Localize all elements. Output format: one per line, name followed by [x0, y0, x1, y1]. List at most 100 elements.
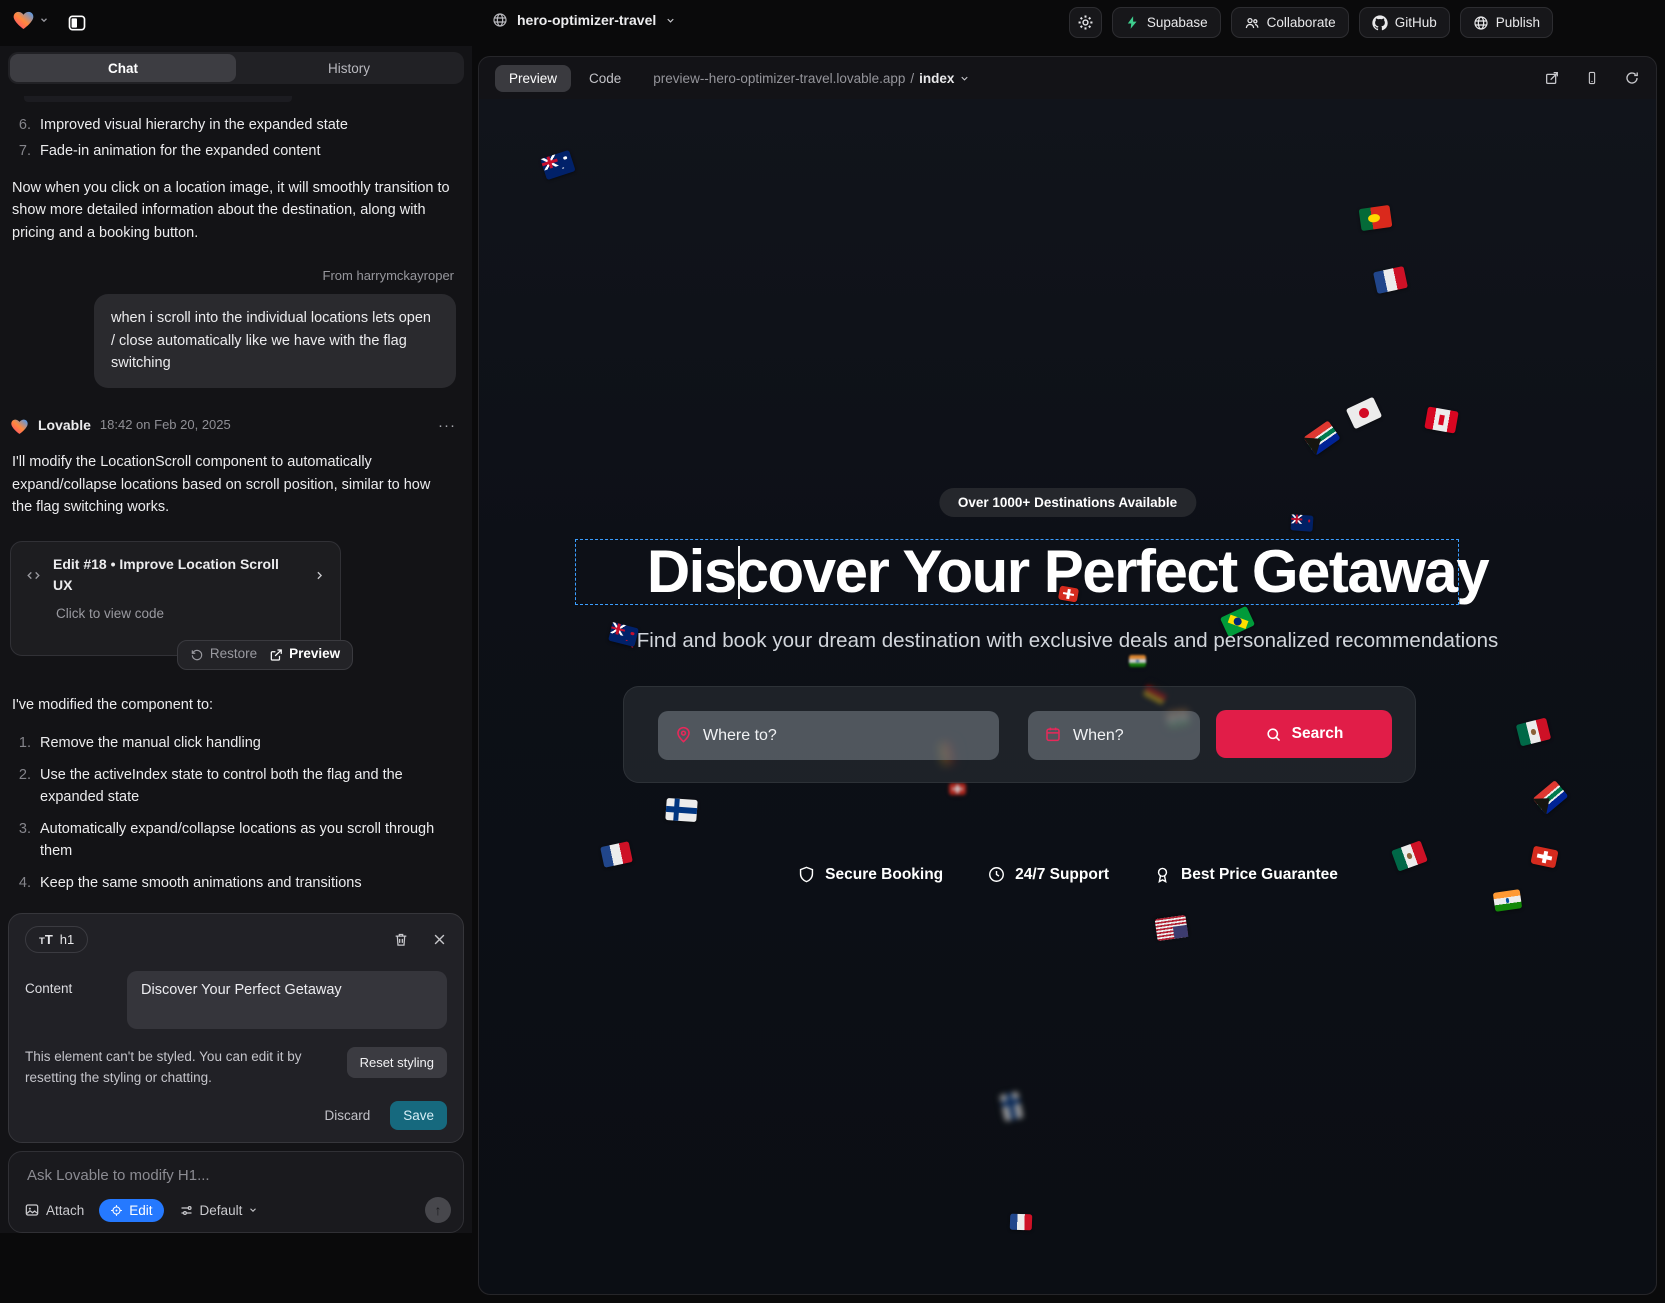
- version-actions: Restore Preview: [177, 640, 353, 670]
- edit-mode-button[interactable]: Edit: [99, 1199, 163, 1222]
- tag-label: h1: [60, 932, 74, 947]
- flag-ca-icon: [1424, 406, 1458, 433]
- site-subtitle: Find and book your dream destination wit…: [479, 629, 1656, 653]
- trash-icon[interactable]: [393, 931, 409, 948]
- editor-footer-actions: Discard Save: [25, 1101, 447, 1130]
- edit-card-header: Edit #18 • Improve Location Scroll UX: [25, 554, 326, 597]
- tab-history[interactable]: History: [236, 54, 462, 82]
- collaborate-people-icon: [1244, 15, 1260, 31]
- sidebar-toggle-button[interactable]: [62, 8, 92, 38]
- restore-label: Restore: [210, 644, 257, 665]
- tab-chat[interactable]: Chat: [10, 54, 236, 82]
- assistant-paragraph: I'll modify the LocationScroll component…: [12, 451, 454, 518]
- publish-button[interactable]: Publish: [1460, 7, 1553, 38]
- features-row: Secure Booking 24/7 Support Best Price G…: [479, 865, 1656, 884]
- publish-globe-icon: [1473, 15, 1489, 31]
- globe-icon: [492, 12, 508, 28]
- default-label: Default: [200, 1203, 243, 1218]
- discard-button[interactable]: Discard: [324, 1108, 370, 1123]
- where-to-input[interactable]: [658, 711, 999, 760]
- preview-window: Preview Code preview--hero-optimizer-tra…: [478, 56, 1657, 1295]
- save-button[interactable]: Save: [390, 1101, 447, 1130]
- list-item: 1.Remove the manual click handling: [10, 732, 456, 754]
- assistant-header: Lovable 18:42 on Feb 20, 2025 ···: [10, 414, 456, 437]
- sliders-icon: [179, 1203, 194, 1218]
- search-button[interactable]: Search: [1216, 710, 1392, 758]
- mobile-icon[interactable]: [1585, 70, 1599, 86]
- refresh-icon[interactable]: [1624, 70, 1640, 86]
- list-text: Remove the manual click handling: [40, 732, 456, 754]
- flag-us-icon: [1155, 915, 1189, 941]
- topbar-actions: Supabase Collaborate GitHub Publish: [1069, 7, 1553, 38]
- model-default-selector[interactable]: Default: [179, 1203, 259, 1218]
- chevron-down-icon: [959, 73, 970, 84]
- settings-button[interactable]: [1069, 7, 1102, 38]
- clock-icon: [987, 865, 1006, 884]
- composer-input[interactable]: [25, 1165, 447, 1189]
- list-text: Use the activeIndex state to control bot…: [40, 764, 456, 809]
- flag-in-icon: [1493, 889, 1522, 912]
- tab-preview[interactable]: Preview: [495, 65, 571, 92]
- flag-za-icon: [1533, 780, 1569, 815]
- flag-jp-icon: [1346, 397, 1382, 430]
- flag-pt-icon: [1359, 205, 1393, 231]
- lovable-heart-icon: [10, 417, 29, 435]
- arrow-up-icon: ↑: [435, 1202, 442, 1218]
- assistant-name: Lovable: [38, 415, 91, 437]
- attach-button[interactable]: Attach: [24, 1202, 84, 1218]
- sidebar-toggle-icon: [67, 13, 87, 33]
- project-switcher[interactable]: hero-optimizer-travel: [492, 12, 676, 28]
- editor-panel-header: TT h1: [25, 926, 447, 953]
- chevron-down-icon: [665, 15, 676, 26]
- flag-fi-icon: [999, 1091, 1023, 1121]
- chat-scroll-area[interactable]: 6. Improved visual hierarchy in the expa…: [0, 84, 472, 907]
- shield-icon: [797, 865, 816, 884]
- list-text: Improved visual hierarchy in the expande…: [40, 114, 456, 136]
- edit-version-card[interactable]: Edit #18 • Improve Location Scroll UX Cl…: [10, 541, 341, 656]
- url-separator: /: [910, 71, 914, 86]
- topbar: hero-optimizer-travel Supabase: [0, 0, 1665, 46]
- send-button[interactable]: ↑: [425, 1197, 451, 1223]
- award-icon: [1153, 865, 1172, 884]
- github-icon: [1372, 15, 1388, 31]
- preview-version-button[interactable]: Preview: [269, 644, 340, 665]
- truncated-message: [24, 96, 292, 102]
- list-number: 6.: [10, 114, 40, 136]
- h1-content-input[interactable]: Discover Your Perfect Getaway: [127, 971, 447, 1029]
- preview-url[interactable]: preview--hero-optimizer-travel.lovable.a…: [653, 71, 970, 86]
- destinations-badge: Over 1000+ Destinations Available: [939, 488, 1196, 517]
- url-base: preview--hero-optimizer-travel.lovable.a…: [653, 71, 905, 86]
- github-button[interactable]: GitHub: [1359, 7, 1450, 38]
- url-page: index: [919, 71, 954, 86]
- location-pin-icon: [674, 725, 693, 744]
- flag-nz-icon: [1290, 514, 1313, 531]
- from-label: From harrymckayroper: [12, 266, 454, 286]
- assistant-paragraph: Now when you click on a location image, …: [12, 177, 454, 244]
- open-new-window-icon[interactable]: [1544, 70, 1560, 86]
- supabase-label: Supabase: [1147, 15, 1208, 30]
- supabase-button[interactable]: Supabase: [1112, 7, 1221, 38]
- message-menu-button[interactable]: ···: [438, 414, 456, 437]
- restore-button[interactable]: Restore: [190, 644, 257, 665]
- github-label: GitHub: [1395, 15, 1437, 30]
- content-label: Content: [25, 971, 127, 1029]
- close-icon[interactable]: [432, 932, 447, 947]
- list-number: 3.: [10, 818, 40, 863]
- flag-za-icon: [1303, 420, 1340, 455]
- feature-label: Secure Booking: [825, 866, 943, 884]
- flag-in-icon: [1129, 655, 1146, 667]
- site-heading[interactable]: Discover Your Perfect Getaway: [479, 540, 1656, 604]
- assistant-paragraph: I've modified the component to:: [12, 694, 454, 716]
- tab-code[interactable]: Code: [589, 71, 621, 86]
- flag-ch-icon: [949, 783, 966, 795]
- code-icon: [25, 568, 42, 583]
- feature-best-price: Best Price Guarantee: [1153, 865, 1338, 884]
- supabase-bolt-icon: [1125, 15, 1140, 30]
- lovable-app: hero-optimizer-travel Supabase: [0, 0, 1665, 1303]
- lovable-logo-menu[interactable]: [12, 9, 49, 30]
- reset-styling-button[interactable]: Reset styling: [347, 1047, 447, 1078]
- site-viewport: Over 1000+ Destinations Available Discov…: [479, 99, 1656, 1294]
- calendar-icon: [1044, 725, 1062, 743]
- collaborate-button[interactable]: Collaborate: [1231, 7, 1349, 38]
- styling-note: This element can't be styled. You can ed…: [25, 1047, 330, 1089]
